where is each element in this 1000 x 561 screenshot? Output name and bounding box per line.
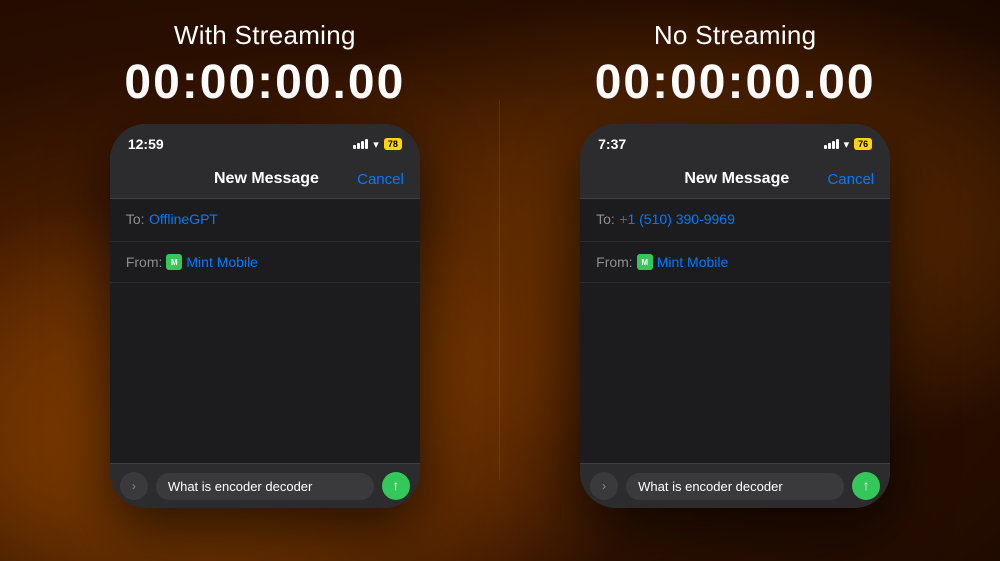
left-status-time: 12:59 <box>128 136 164 152</box>
right-text-input[interactable]: What is encoder decoder <box>626 473 844 500</box>
left-from-field: From: M Mint Mobile <box>110 242 420 283</box>
right-expand-button[interactable]: › <box>590 472 618 500</box>
main-container: With Streaming 00:00:00.00 12:59 ▾ 78 <box>0 0 1000 561</box>
left-mint-icon: M <box>166 254 182 270</box>
right-compose-area: To: +1 (510) 390-9969 From: M Mint Mobil… <box>580 199 890 463</box>
left-timer: 00:00:00.00 <box>124 55 405 110</box>
left-to-label: To: <box>126 211 145 227</box>
right-send-arrow-icon: ↑ <box>863 477 870 493</box>
left-cancel-button[interactable]: Cancel <box>357 171 404 188</box>
left-send-arrow-icon: ↑ <box>392 477 399 493</box>
left-status-bar: 12:59 ▾ 78 <box>110 124 420 160</box>
right-input-bar: › What is encoder decoder ↑ <box>580 463 890 508</box>
right-panel-title: No Streaming <box>654 20 817 51</box>
left-panel-title: With Streaming <box>174 20 356 51</box>
left-compose-area: To: OfflineGPT From: M Mint Mobile <box>110 199 420 463</box>
left-to-value[interactable]: OfflineGPT <box>149 211 218 227</box>
right-compose-body[interactable] <box>580 283 890 463</box>
right-nav-bar: New Message Cancel <box>580 160 890 199</box>
right-mint-icon: M <box>637 254 653 270</box>
left-iphone: 12:59 ▾ 78 New Message Cancel <box>110 124 420 508</box>
left-from-label: From: <box>126 254 163 270</box>
left-from-value[interactable]: Mint Mobile <box>186 254 258 270</box>
right-to-label: To: <box>596 211 615 227</box>
right-battery-badge: 76 <box>854 138 872 150</box>
right-timer: 00:00:00.00 <box>595 55 876 110</box>
right-from-field: From: M Mint Mobile <box>580 242 890 283</box>
right-to-field: To: +1 (510) 390-9969 <box>580 199 890 242</box>
left-input-bar: › What is encoder decoder ↑ <box>110 463 420 508</box>
left-panel: With Streaming 00:00:00.00 12:59 ▾ 78 <box>50 20 480 508</box>
left-wifi-icon: ▾ <box>373 138 379 151</box>
right-nav-title: New Message <box>684 170 789 188</box>
right-to-value[interactable]: +1 (510) 390-9969 <box>619 211 735 227</box>
left-send-button[interactable]: ↑ <box>382 472 410 500</box>
right-signal-icon <box>824 139 839 149</box>
left-to-field: To: OfflineGPT <box>110 199 420 242</box>
right-cancel-button[interactable]: Cancel <box>827 171 874 188</box>
right-status-bar: 7:37 ▾ 76 <box>580 124 890 160</box>
right-iphone: 7:37 ▾ 76 New Message Cancel <box>580 124 890 508</box>
left-input-text: What is encoder decoder <box>168 479 313 494</box>
left-nav-title: New Message <box>214 170 319 188</box>
left-battery-badge: 78 <box>384 138 402 150</box>
left-expand-button[interactable]: › <box>120 472 148 500</box>
left-compose-body[interactable] <box>110 283 420 463</box>
right-input-text: What is encoder decoder <box>638 479 783 494</box>
left-nav-bar: New Message Cancel <box>110 160 420 199</box>
left-signal-icon <box>353 139 368 149</box>
right-wifi-icon: ▾ <box>844 138 850 151</box>
right-from-value[interactable]: Mint Mobile <box>657 254 729 270</box>
right-panel: No Streaming 00:00:00.00 7:37 ▾ 76 <box>520 20 950 508</box>
panel-divider <box>499 100 500 480</box>
right-from-label: From: <box>596 254 633 270</box>
left-text-input[interactable]: What is encoder decoder <box>156 473 374 500</box>
right-status-icons: ▾ 76 <box>824 138 873 151</box>
right-send-button[interactable]: ↑ <box>852 472 880 500</box>
right-status-time: 7:37 <box>598 136 626 152</box>
left-status-icons: ▾ 78 <box>353 138 402 151</box>
